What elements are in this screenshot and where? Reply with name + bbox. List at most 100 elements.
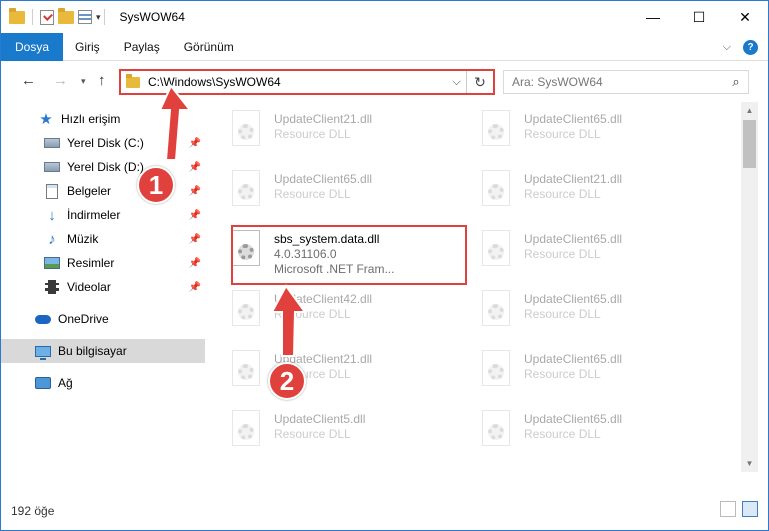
sidebar-item-local-disk-d[interactable]: Yerel Disk (D:) 📌 — [1, 155, 205, 179]
pictures-icon — [43, 255, 61, 271]
tab-share[interactable]: Paylaş — [112, 33, 172, 61]
sidebar-item-label: Ağ — [58, 376, 73, 390]
step1-badge: 1 — [137, 166, 175, 204]
customize-toolbar-dropdown-icon[interactable]: ▾ — [96, 12, 101, 23]
scrollbar-thumb[interactable] — [743, 120, 756, 168]
sidebar-item-onedrive[interactable]: OneDrive — [1, 307, 205, 331]
file-item[interactable]: UpdateClient5.dll Resource DLL — [206, 404, 436, 458]
step2-badge: 2 — [268, 362, 306, 400]
file-type: Resource DLL — [524, 127, 601, 141]
refresh-icon[interactable]: ↻ — [467, 74, 493, 91]
file-type: Resource DLL — [524, 307, 601, 321]
file-type: Resource DLL — [524, 247, 601, 261]
file-type: Resource DLL — [274, 187, 351, 201]
view-toggle — [720, 501, 758, 517]
file-item[interactable]: UpdateClient65.dll Resource DLL — [456, 344, 686, 398]
file-item[interactable]: UpdateClient65.dll Resource DLL — [456, 284, 686, 338]
address-path[interactable]: C:\Windows\SysWOW64 — [148, 75, 447, 89]
ribbon-right-controls: ⌵ ? — [723, 33, 758, 61]
drive-icon — [43, 135, 61, 151]
file-name: UpdateClient21.dll — [274, 112, 373, 126]
help-icon[interactable]: ? — [743, 39, 758, 55]
tab-home[interactable]: Giriş — [63, 33, 112, 61]
back-arrow-icon[interactable]: ← — [21, 72, 36, 89]
tiles-view-icon[interactable] — [742, 501, 758, 517]
details-view-icon[interactable] — [720, 501, 736, 517]
sidebar-item-local-disk-c[interactable]: Yerel Disk (C:) 📌 — [1, 131, 205, 155]
onedrive-icon — [34, 311, 52, 327]
dll-file-icon — [478, 170, 514, 214]
tab-file[interactable]: Dosya — [1, 32, 64, 61]
properties-check-icon[interactable] — [40, 9, 54, 25]
network-icon — [34, 375, 52, 391]
dll-file-icon — [478, 230, 514, 274]
sidebar-item-label: OneDrive — [58, 312, 109, 326]
file-type: Resource DLL — [274, 427, 351, 441]
close-button[interactable]: ✕ — [722, 1, 768, 33]
search-input[interactable]: Ara: SysWOW64 ⌕ — [503, 70, 749, 94]
file-name: UpdateClient21.dll — [524, 172, 623, 186]
recent-locations-dropdown-icon[interactable]: ▾ — [81, 76, 86, 87]
file-name: UpdateClient65.dll — [524, 412, 623, 426]
maximize-button[interactable]: ☐ — [676, 1, 722, 33]
file-item[interactable]: UpdateClient21.dll Resource DLL — [206, 104, 436, 158]
file-item[interactable]: UpdateClient21.dll Resource DLL — [456, 164, 686, 218]
dll-file-icon — [228, 110, 264, 154]
folder-icon — [9, 7, 25, 24]
dll-file-icon — [478, 350, 514, 394]
toolbar-divider — [32, 9, 33, 25]
computer-icon — [34, 343, 52, 360]
pin-icon[interactable]: 📌 — [189, 258, 201, 269]
sidebar-item-videos[interactable]: Videolar 📌 — [1, 275, 205, 299]
properties-icon[interactable] — [78, 10, 92, 24]
pin-icon[interactable]: 📌 — [189, 234, 201, 245]
file-name: UpdateClient65.dll — [524, 292, 623, 306]
pin-icon[interactable]: 📌 — [189, 282, 201, 293]
scroll-down-arrow-icon[interactable]: ▼ — [741, 455, 758, 472]
new-folder-icon[interactable] — [58, 7, 74, 24]
file-name: UpdateClient65.dll — [524, 232, 623, 246]
dll-file-icon — [228, 410, 264, 454]
navigation-pane: ★ Hızlı erişim Yerel Disk (C:) 📌 Yerel D… — [1, 102, 205, 491]
address-dropdown-chevron-icon[interactable]: ⌵ — [447, 71, 467, 93]
pin-icon[interactable]: 📌 — [189, 162, 201, 173]
file-item[interactable]: UpdateClient65.dll Resource DLL — [456, 224, 686, 278]
search-icon[interactable]: ⌕ — [724, 74, 748, 90]
file-list: UpdateClient21.dll Resource DLL UpdateCli… — [206, 102, 741, 472]
pin-icon[interactable]: 📌 — [189, 210, 201, 221]
forward-arrow-icon[interactable]: → — [53, 72, 68, 89]
minimize-button[interactable]: — — [630, 1, 676, 33]
sidebar-item-network[interactable]: Ağ — [1, 371, 205, 395]
address-bar[interactable]: C:\Windows\SysWOW64 ⌵ ↻ — [119, 69, 495, 95]
pin-icon[interactable]: 📌 — [189, 186, 201, 197]
sidebar-item-pictures[interactable]: Resimler 📌 — [1, 251, 205, 275]
sidebar-item-music[interactable]: ♪ Müzik 📌 — [1, 227, 205, 251]
file-item[interactable]: UpdateClient65.dll Resource DLL — [456, 404, 686, 458]
vertical-scrollbar[interactable]: ▲ ▼ — [741, 102, 758, 472]
file-item[interactable]: UpdateClient21.dll Resource DLL — [206, 344, 436, 398]
documents-icon — [43, 183, 61, 199]
sidebar-item-quick-access[interactable]: ★ Hızlı erişim — [1, 107, 205, 131]
dll-file-icon — [478, 110, 514, 154]
file-name: UpdateClient65.dll — [524, 112, 623, 126]
expand-ribbon-chevron-down-icon[interactable]: ⌵ — [723, 41, 731, 54]
sidebar-item-this-pc[interactable]: Bu bilgisayar — [1, 339, 205, 363]
dll-file-icon — [478, 290, 514, 334]
sidebar-item-label: Hızlı erişim — [61, 112, 121, 126]
file-type: Resource DLL — [524, 427, 601, 441]
ribbon-tabs: Dosya Giriş Paylaş Görünüm ⌵ ? — [1, 32, 768, 61]
dll-file-icon — [228, 170, 264, 214]
tab-view[interactable]: Görünüm — [172, 33, 246, 61]
file-item[interactable]: UpdateClient65.dll Resource DLL — [456, 104, 686, 158]
pin-icon[interactable]: 📌 — [189, 138, 201, 149]
file-item[interactable]: UpdateClient65.dll Resource DLL — [206, 164, 436, 218]
search-placeholder: Ara: SysWOW64 — [512, 75, 603, 89]
up-arrow-icon[interactable]: ↑ — [98, 72, 106, 89]
sidebar-item-label: Yerel Disk (C:) — [67, 136, 144, 150]
status-bar: 192 öğe — [1, 491, 768, 530]
file-name: UpdateClient65.dll — [524, 352, 623, 366]
file-item[interactable]: UpdateClient42.dll Resource DLL — [206, 284, 436, 338]
scroll-up-arrow-icon[interactable]: ▲ — [741, 102, 758, 119]
address-row: ← → ▾ ↑ C:\Windows\SysWOW64 ⌵ ↻ Ara: Sys… — [1, 62, 768, 102]
sidebar-item-downloads[interactable]: ↓ İndirmeler 📌 — [1, 203, 205, 227]
